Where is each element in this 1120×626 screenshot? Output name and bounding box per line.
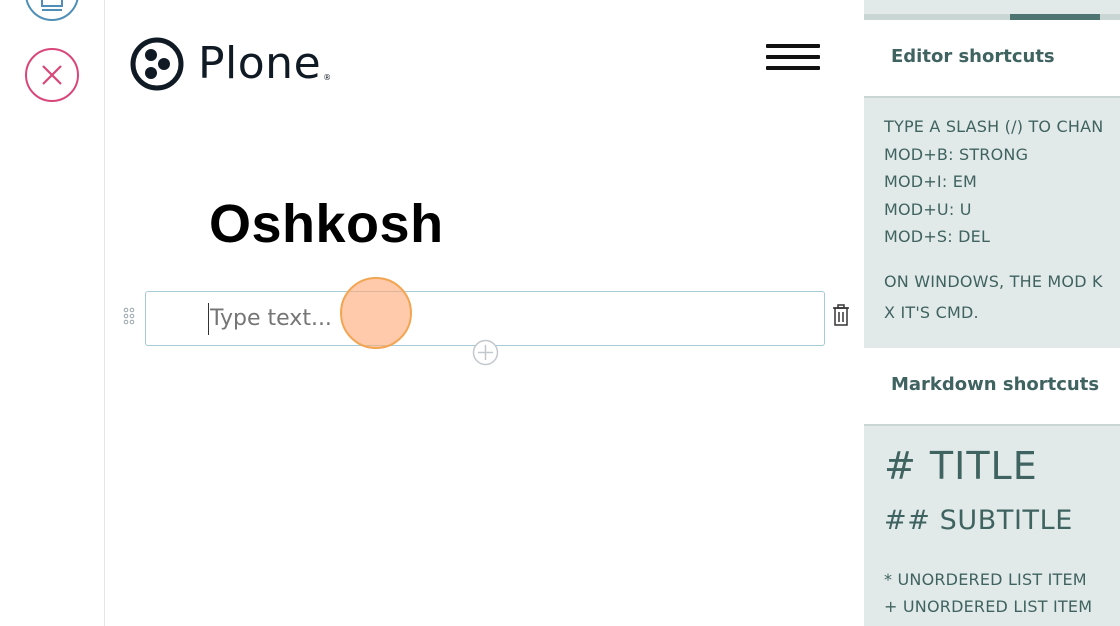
shortcut-line: MOD+B: STRONG	[884, 144, 1029, 164]
shortcut-line: MOD+U: U	[884, 199, 972, 219]
logo-text: Plone ®	[198, 38, 332, 89]
add-block-icon[interactable]	[472, 339, 499, 366]
cancel-button[interactable]	[24, 47, 80, 103]
trash-icon[interactable]	[832, 304, 850, 326]
markdown-list-line: + UNORDERED LIST ITEM	[884, 597, 1093, 616]
markdown-list-examples: * UNORDERED LIST ITEM + UNORDERED LIST I…	[884, 566, 1092, 620]
close-icon	[25, 48, 79, 102]
editor-shortcuts-title: Editor shortcuts	[891, 46, 1055, 67]
save-icon	[25, 0, 79, 21]
page-title[interactable]: Oshkosh	[209, 192, 444, 256]
shortcut-line: TYPE A SLASH (/) TO CHAN	[884, 117, 1104, 136]
shortcuts-sidebar: Editor shortcuts TYPE A SLASH (/) TO CHA…	[864, 0, 1120, 626]
plone-logo[interactable]: Plone ®	[130, 36, 332, 92]
markdown-subtitle-example: ## SUBTITLE	[884, 505, 1073, 536]
hamburger-menu-icon[interactable]	[766, 44, 820, 78]
mod-key-note-line: ON WINDOWS, THE MOD K	[884, 272, 1103, 291]
click-indicator	[340, 277, 412, 349]
drag-handle-icon[interactable]	[123, 307, 135, 325]
markdown-shortcuts-header[interactable]: Markdown shortcuts	[864, 348, 1120, 426]
editor-toolbar	[0, 0, 105, 626]
markdown-title-example: # TITLE	[884, 444, 1038, 488]
editor-shortcuts-header[interactable]: Editor shortcuts	[864, 20, 1120, 98]
text-block-input[interactable]	[208, 303, 768, 335]
mod-key-note-line: X IT'S CMD.	[884, 303, 979, 322]
mod-key-note: ON WINDOWS, THE MOD K X IT'S CMD.	[884, 266, 1103, 328]
content-area: Plone ® Oshkosh	[106, 0, 864, 626]
text-block[interactable]	[145, 291, 825, 346]
shortcut-line: MOD+I: EM	[884, 172, 978, 191]
shortcut-line: MOD+S: DEL	[884, 227, 991, 246]
markdown-list-line: * UNORDERED LIST ITEM	[884, 570, 1087, 589]
plone-logo-icon	[130, 37, 184, 91]
save-button[interactable]	[24, 0, 80, 22]
markdown-shortcuts-title: Markdown shortcuts	[891, 374, 1100, 395]
editor-shortcuts-list: TYPE A SLASH (/) TO CHAN MOD+B: STRONG M…	[884, 113, 1103, 251]
